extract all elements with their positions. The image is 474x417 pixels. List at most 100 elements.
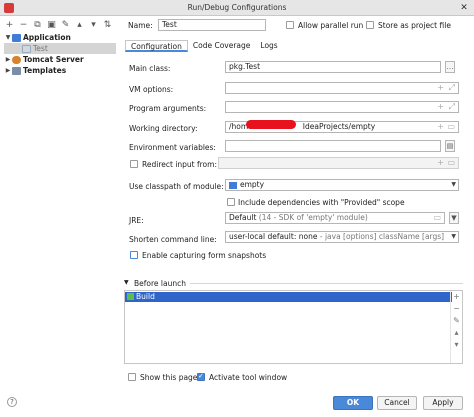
configuration-tree: ▼ Application Test ▶ Tomcat Server ▶ Tem… xyxy=(4,32,116,76)
folder-icon: ▭ xyxy=(447,158,455,167)
show-page-checkbox[interactable] xyxy=(128,373,136,381)
capture-snapshots-label: Enable capturing form snapshots xyxy=(142,251,267,260)
apply-button[interactable]: Apply xyxy=(423,396,463,410)
chevron-down-icon[interactable]: ▼ xyxy=(451,180,456,190)
close-icon[interactable]: ✕ xyxy=(458,2,470,14)
vm-options-field[interactable]: + ⤢ xyxy=(225,82,459,94)
capture-snapshots-checkbox[interactable] xyxy=(130,251,138,259)
tree-item-templates[interactable]: ▶ Templates xyxy=(4,65,116,76)
tab-code-coverage[interactable]: Code Coverage xyxy=(188,40,256,52)
tab-logs[interactable]: Logs xyxy=(255,40,282,52)
list-item[interactable]: Build xyxy=(125,292,452,302)
before-launch-title: Before launch xyxy=(134,279,186,288)
edit-env-icon[interactable]: ▤ xyxy=(445,140,455,152)
redirect-checkbox[interactable] xyxy=(130,160,138,168)
chevron-right-icon[interactable]: ▶ xyxy=(4,67,12,74)
move-up-icon[interactable]: ▴ xyxy=(74,20,85,31)
tree-item-tomcat[interactable]: ▶ Tomcat Server xyxy=(4,54,116,65)
module-icon xyxy=(229,181,237,189)
env-vars-field[interactable] xyxy=(225,140,441,152)
redaction-mark xyxy=(246,120,296,129)
window-title: Run/Debug Configurations xyxy=(187,3,287,12)
sort-icon[interactable]: ⇅ xyxy=(102,20,113,31)
build-icon xyxy=(127,293,134,300)
tree-item-test[interactable]: Test xyxy=(4,43,116,54)
collapse-icon[interactable]: ▼ xyxy=(124,279,129,286)
store-project-label: Store as project file xyxy=(378,21,451,30)
main-class-label: Main class: xyxy=(129,64,171,73)
plus-icon[interactable]: + xyxy=(437,102,444,112)
classpath-combo[interactable]: empty ▼ xyxy=(225,179,459,191)
minus-icon[interactable]: − xyxy=(453,304,460,313)
divider xyxy=(190,283,463,284)
tree-item-label: Application xyxy=(23,33,71,42)
program-args-field[interactable]: + ⤢ xyxy=(225,101,459,113)
remove-icon[interactable]: − xyxy=(18,20,29,31)
jre-label: JRE: xyxy=(129,216,144,225)
jre-value: Default xyxy=(229,213,257,222)
browse-button[interactable]: … xyxy=(445,61,455,73)
name-label: Name: xyxy=(128,21,153,30)
ok-button[interactable]: OK xyxy=(333,396,373,410)
class-icon xyxy=(22,44,31,53)
allow-parallel-label: Allow parallel run xyxy=(298,21,364,30)
program-args-label: Program arguments: xyxy=(129,104,207,113)
activate-tool-window-label: Activate tool window xyxy=(209,373,288,382)
main-class-field[interactable]: pkg.Test xyxy=(225,61,441,73)
tab-bar: Configuration Code Coverage Logs xyxy=(125,40,283,52)
chevron-down-icon[interactable]: ▼ xyxy=(4,34,12,41)
chevron-down-icon[interactable]: ▼ xyxy=(449,212,459,224)
application-icon xyxy=(12,33,21,42)
edit-icon[interactable]: ✎ xyxy=(453,316,460,325)
plus-icon[interactable]: + xyxy=(437,122,444,132)
classpath-label: Use classpath of module: xyxy=(129,182,224,191)
provided-scope-checkbox[interactable] xyxy=(227,198,235,206)
allow-parallel-checkbox[interactable] xyxy=(286,21,294,29)
title-bar: Run/Debug Configurations ✕ xyxy=(0,0,474,16)
working-dir-suffix: IdeaProjects/empty xyxy=(302,122,376,131)
tree-item-label: Tomcat Server xyxy=(23,55,84,64)
copy-icon[interactable]: ⧉ xyxy=(32,20,43,31)
show-page-label: Show this page xyxy=(140,373,198,382)
store-project-checkbox[interactable] xyxy=(366,21,374,29)
plus-icon: + xyxy=(437,158,444,167)
add-icon[interactable]: + xyxy=(4,20,15,31)
jre-combo[interactable]: Default (14 - SDK of 'empty' module) ▭ xyxy=(225,212,445,224)
classpath-value: empty xyxy=(240,180,265,189)
tomcat-icon xyxy=(12,55,21,64)
before-launch-list: Build + − ✎ ▴ ▾ xyxy=(124,290,463,364)
name-field[interactable]: Test xyxy=(158,19,266,31)
chevron-right-icon[interactable]: ▶ xyxy=(4,56,12,63)
redirect-field: + ▭ xyxy=(218,157,459,169)
folder-icon[interactable]: ▭ xyxy=(433,213,441,223)
expand-icon[interactable]: ⤢ xyxy=(449,102,455,112)
plus-icon[interactable]: + xyxy=(437,83,444,93)
tree-item-application[interactable]: ▼ Application xyxy=(4,32,116,43)
env-vars-label: Environment variables: xyxy=(129,143,216,152)
shorten-detail: - java [options] className [args] xyxy=(319,232,445,241)
shorten-label: Shorten command line: xyxy=(129,235,217,244)
working-dir-label: Working directory: xyxy=(129,124,198,133)
help-icon[interactable]: ? xyxy=(7,397,17,407)
move-down-icon[interactable]: ▾ xyxy=(88,20,99,31)
move-down-icon[interactable]: ▾ xyxy=(454,340,458,349)
tree-toolbar: + − ⧉ ▣ ✎ ▴ ▾ ⇅ xyxy=(4,18,113,32)
cancel-button[interactable]: Cancel xyxy=(377,396,417,410)
tree-item-label: Templates xyxy=(23,66,67,75)
shorten-combo[interactable]: user-local default: none - java [options… xyxy=(225,231,459,243)
list-item-label: Build xyxy=(136,292,155,301)
folder-icon[interactable]: ▭ xyxy=(447,122,455,132)
tree-item-label: Test xyxy=(33,44,48,53)
vm-options-label: VM options: xyxy=(129,85,174,94)
shorten-value: user-local default: none xyxy=(229,232,318,241)
tab-configuration[interactable]: Configuration xyxy=(125,40,188,52)
expand-icon[interactable]: ⤢ xyxy=(449,83,455,93)
chevron-down-icon[interactable]: ▼ xyxy=(451,232,456,242)
move-up-icon[interactable]: ▴ xyxy=(454,328,458,337)
provided-scope-label: Include dependencies with "Provided" sco… xyxy=(238,198,405,207)
activate-tool-window-checkbox[interactable] xyxy=(197,372,205,381)
save-icon[interactable]: ▣ xyxy=(46,20,57,31)
plus-icon[interactable]: + xyxy=(453,292,460,301)
wrench-icon[interactable]: ✎ xyxy=(60,20,71,31)
jre-detail: (14 - SDK of 'empty' module) xyxy=(258,213,368,222)
